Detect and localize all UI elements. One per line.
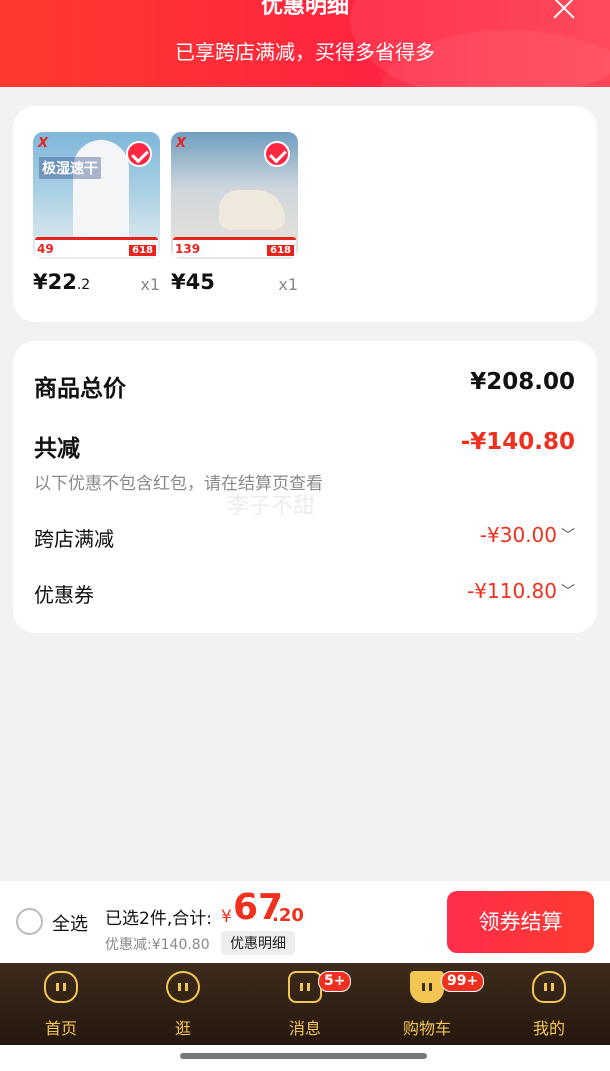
cart-badge: 99+: [441, 971, 485, 992]
discount-detail-button[interactable]: 优惠明细: [221, 931, 295, 955]
brand-logo: X: [176, 136, 187, 151]
coupon-label: 优惠券: [34, 583, 94, 607]
shoe-figure: [219, 190, 285, 230]
total-amount-dec: .20: [272, 905, 304, 926]
profile-icon: [532, 971, 566, 1003]
select-all-label[interactable]: 全选: [52, 910, 88, 936]
cross-store-value: -¥30.00 ﹀: [479, 523, 575, 547]
bottom-tab-bar: 首页 逛 5+ 消息 99+ 购物车 我的: [0, 963, 610, 1045]
select-all-checkbox[interactable]: [16, 908, 43, 935]
promo-strip: 139 618: [173, 237, 296, 257]
product-image: X 极湿速干 49 618: [33, 132, 160, 259]
tab-messages[interactable]: 5+ 消息: [244, 963, 366, 1045]
product-slogan: 极湿速干: [39, 157, 101, 179]
page-title: 优惠明细: [260, 0, 349, 19]
product-item[interactable]: X 极湿速干 49 618 ¥22.2 x1: [33, 132, 160, 294]
browse-icon: [166, 971, 200, 1003]
close-icon[interactable]: [550, 0, 580, 24]
tab-browse[interactable]: 逛: [122, 963, 244, 1045]
cross-store-label: 跨店满减: [34, 527, 114, 551]
home-icon: [44, 971, 78, 1003]
promo-tag: 618: [129, 245, 156, 256]
tab-label: 购物车: [402, 1019, 451, 1038]
home-indicator[interactable]: [180, 1053, 427, 1059]
cart-icon: [410, 971, 444, 1003]
tab-home[interactable]: 首页: [0, 963, 122, 1045]
tab-cart[interactable]: 99+ 购物车: [366, 963, 488, 1045]
chevron-down-icon[interactable]: ﹀: [561, 525, 575, 545]
tab-label: 首页: [44, 1019, 77, 1038]
selected-count: 已选2件,合计:: [105, 909, 212, 929]
checked-icon[interactable]: [264, 141, 290, 167]
product-quantity: x1: [278, 275, 298, 294]
total-reduce-value: -¥140.80: [460, 429, 575, 455]
tab-label: 逛: [174, 1019, 191, 1038]
tab-label: 我的: [532, 1019, 565, 1038]
promo-strip: 49 618: [35, 237, 158, 257]
product-price: ¥45: [171, 270, 215, 294]
product-image: X 139 618: [171, 132, 298, 259]
watermark: 李子不甜: [227, 494, 316, 519]
discount-detail-header: 优惠明细 已享跨店满减，买得多省得多: [0, 0, 610, 87]
message-icon: [288, 971, 322, 1003]
tab-profile[interactable]: 我的: [488, 963, 610, 1045]
coupon-value: -¥110.80 ﹀: [467, 579, 575, 603]
total-reduce-label: 共减: [34, 436, 80, 462]
total-currency: ¥: [221, 907, 232, 927]
total-price-value: ¥208.00: [470, 369, 575, 395]
page-subtitle: 已享跨店满减，买得多省得多: [175, 40, 435, 64]
tab-label: 消息: [288, 1019, 321, 1038]
promo-price: 49: [37, 242, 54, 256]
chevron-down-icon[interactable]: ﹀: [561, 581, 575, 601]
selected-products-card: X 极湿速干 49 618 ¥22.2 x1 X 139 618 ¥45 x1: [13, 106, 597, 322]
discount-amount: 优惠减:¥140.80: [105, 937, 210, 953]
brand-logo: X: [38, 136, 49, 151]
checkout-bar: 全选 已选2件,合计: ¥ 67 .20 优惠减:¥140.80 优惠明细 领券…: [0, 881, 610, 963]
product-price: ¥22.2: [33, 270, 91, 294]
product-quantity: x1: [140, 275, 160, 294]
product-item[interactable]: X 139 618 ¥45 x1: [171, 132, 298, 294]
checked-icon[interactable]: [126, 141, 152, 167]
promo-tag: 618: [267, 245, 294, 256]
promo-price: 139: [175, 242, 201, 256]
checkout-button[interactable]: 领券结算: [447, 891, 594, 953]
message-badge: 5+: [318, 971, 352, 992]
total-price-label: 商品总价: [34, 376, 126, 402]
price-summary-card: 商品总价 ¥208.00 共减 -¥140.80 以下优惠不包含红包，请在结算页…: [13, 341, 597, 633]
